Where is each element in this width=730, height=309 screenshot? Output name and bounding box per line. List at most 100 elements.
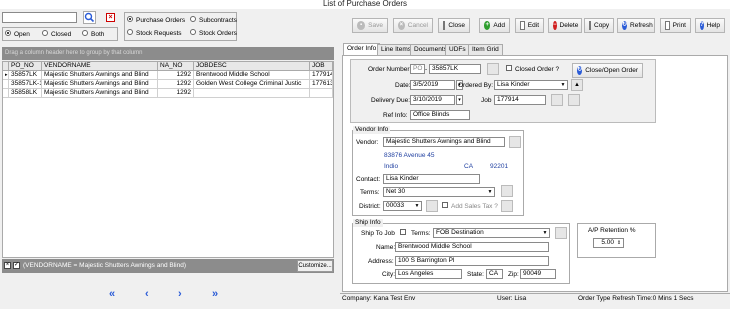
tab-udfs[interactable]: UDFs (445, 44, 470, 55)
ship-address-label: Address: (368, 258, 394, 265)
closed-order-checkbox[interactable]: Closed Order ? (506, 65, 559, 74)
vendor-label: Vendor: (356, 139, 379, 146)
vendor-state: CA (464, 163, 474, 170)
ship-zip-field[interactable]: 90049 (520, 269, 556, 279)
order-lookup-button[interactable] (487, 63, 499, 75)
col-header-na-no[interactable]: NA_NO (158, 62, 194, 71)
cell-jobdesc[interactable]: Brentwood Middle School (194, 71, 310, 80)
delete-button[interactable]: − Delete (548, 18, 582, 33)
cell-vendorname[interactable]: Majestic Shutters Awnings and Blind (42, 80, 158, 89)
date-field[interactable]: 3/5/2019 (410, 80, 455, 90)
ship-city-field[interactable]: Los Angeles (395, 269, 462, 279)
close-button[interactable]: Close (438, 18, 470, 33)
status-closed-radio[interactable]: Closed (42, 30, 71, 39)
terms-label: Terms: (360, 189, 380, 196)
ship-name-label: Name: (376, 244, 396, 251)
vendor-lookup-button[interactable] (509, 136, 521, 148)
search-icon[interactable] (83, 11, 96, 24)
order-dash: - (425, 66, 428, 73)
cell-po-no[interactable]: 35857LK (9, 71, 42, 80)
filter-enabled-checkbox[interactable]: ✓ (13, 262, 20, 269)
add-icon: + (484, 21, 491, 30)
refresh-button[interactable]: ↻ Refresh (617, 18, 655, 33)
remove-filter-icon[interactable]: × (4, 262, 11, 269)
copy-button[interactable]: Copy (584, 18, 614, 33)
cell-job[interactable] (310, 89, 333, 98)
clear-filter-icon[interactable]: × (106, 13, 115, 22)
type-stock-requests-radio[interactable]: Stock Requests (127, 29, 182, 38)
col-header-job[interactable]: JOB (310, 62, 333, 71)
search-input[interactable] (2, 12, 77, 23)
sales-tax-filter-button[interactable] (501, 200, 513, 212)
edit-button[interactable]: Edit (515, 18, 544, 33)
customize-button[interactable]: Customize... (297, 260, 333, 272)
cell-na-no[interactable]: 1292 (158, 89, 194, 98)
chevron-down-icon: ▼ (541, 229, 549, 237)
cell-jobdesc[interactable] (194, 89, 310, 98)
tab-item-grid[interactable]: Item Grid (468, 44, 503, 55)
cell-job[interactable]: 177613 (310, 80, 333, 89)
terms-select[interactable]: Net 30 ▼ (383, 187, 495, 197)
add-sales-tax-checkbox[interactable]: Add Sales Tax ? (442, 202, 498, 211)
contact-field[interactable]: Lisa Kinder (383, 174, 480, 184)
vendor-address: 83876 Avenue 45 (384, 152, 435, 159)
retention-field[interactable]: 5.00 ⇕ (593, 238, 624, 248)
add-button[interactable]: + Add (479, 18, 510, 33)
ship-to-job-checkbox[interactable]: Ship To Job (361, 229, 409, 238)
vendor-field[interactable]: Majestic Shutters Awnings and Blind (383, 137, 505, 147)
status-both-radio[interactable]: Both (82, 30, 104, 39)
chevron-down-icon: ▼ (559, 81, 567, 89)
print-icon (665, 21, 670, 30)
save-icon: ▪ (357, 21, 366, 30)
ordered-by-up-button[interactable]: ▲ (571, 79, 583, 91)
nav-first-button[interactable]: « (109, 288, 115, 300)
district-lookup-button[interactable] (426, 200, 438, 212)
vendor-info-title: Vendor Info (353, 126, 391, 134)
nav-prev-button[interactable]: ‹ (145, 288, 149, 300)
district-select[interactable]: 00033 ▼ (383, 201, 422, 211)
help-button[interactable]: ? Help (695, 18, 725, 33)
nav-next-button[interactable]: › (178, 288, 182, 300)
cell-po-no[interactable]: 35858LK (9, 89, 42, 98)
save-button[interactable]: ▪ Save (352, 18, 388, 33)
order-number-field[interactable]: 35857LK (429, 64, 481, 74)
delivery-due-field[interactable]: 3/10/2019 (410, 95, 455, 105)
job-lookup-button[interactable] (551, 94, 563, 106)
cancel-icon: × (398, 21, 405, 30)
ship-address-field[interactable]: 100 S Barrington Pl (395, 256, 549, 266)
type-stock-orders-radio[interactable]: Stock Orders (190, 29, 237, 38)
col-header-po-no[interactable]: PO_NO (9, 62, 42, 71)
type-subcontracts-radio[interactable]: Subcontracts (190, 16, 237, 25)
group-by-hint: Drag a column header here to group by th… (5, 50, 143, 56)
col-header-jobdesc[interactable]: JOBDESC (194, 62, 310, 71)
print-button[interactable]: Print (660, 18, 691, 33)
delivery-date-picker-icon[interactable]: ▾ (456, 95, 463, 105)
close-open-order-button[interactable]: ↻ Close/Open Order (572, 63, 643, 78)
cell-po-no[interactable]: 35857LK-1 (9, 80, 42, 89)
terms-button[interactable] (501, 185, 513, 197)
cell-jobdesc[interactable]: Golden West College Criminal Justic (194, 80, 310, 89)
ship-name-field[interactable]: Brentwood Middle School (395, 242, 549, 252)
job-info-button[interactable] (568, 94, 580, 106)
vendor-zip: 92201 (490, 163, 509, 170)
cell-na-no[interactable]: 1292 (158, 80, 194, 89)
col-header-vendorname[interactable]: VENDORNAME (42, 62, 158, 71)
ship-terms-select[interactable]: FOB Destination ▼ (433, 228, 550, 238)
ref-info-label: Ref Info: (383, 112, 408, 119)
ref-info-field[interactable]: Office Blinds (410, 110, 470, 120)
ship-state-field[interactable]: CA (486, 269, 503, 279)
filter-expression[interactable]: (VENDORNAME = Majestic Shutters Awnings … (23, 262, 186, 270)
ship-terms-button[interactable] (555, 227, 567, 239)
status-open-radio[interactable]: Open (5, 30, 30, 39)
cell-vendorname[interactable]: Majestic Shutters Awnings and Blind (42, 89, 158, 98)
cell-job[interactable]: 177914 (310, 71, 333, 80)
ordered-by-select[interactable]: Lisa Kinder ▼ (494, 80, 568, 90)
status-user: User: Lisa (497, 295, 527, 302)
cell-vendorname[interactable]: Majestic Shutters Awnings and Blind (42, 71, 158, 80)
nav-last-button[interactable]: » (212, 288, 218, 300)
type-purchase-orders-radio[interactable]: Purchase Orders (127, 16, 185, 25)
job-field[interactable]: 177914 (494, 95, 546, 105)
cell-na-no[interactable]: 1292 (158, 71, 194, 80)
tab-order-info[interactable]: Order Info (343, 43, 381, 55)
cancel-button[interactable]: × Cancel (393, 18, 433, 33)
